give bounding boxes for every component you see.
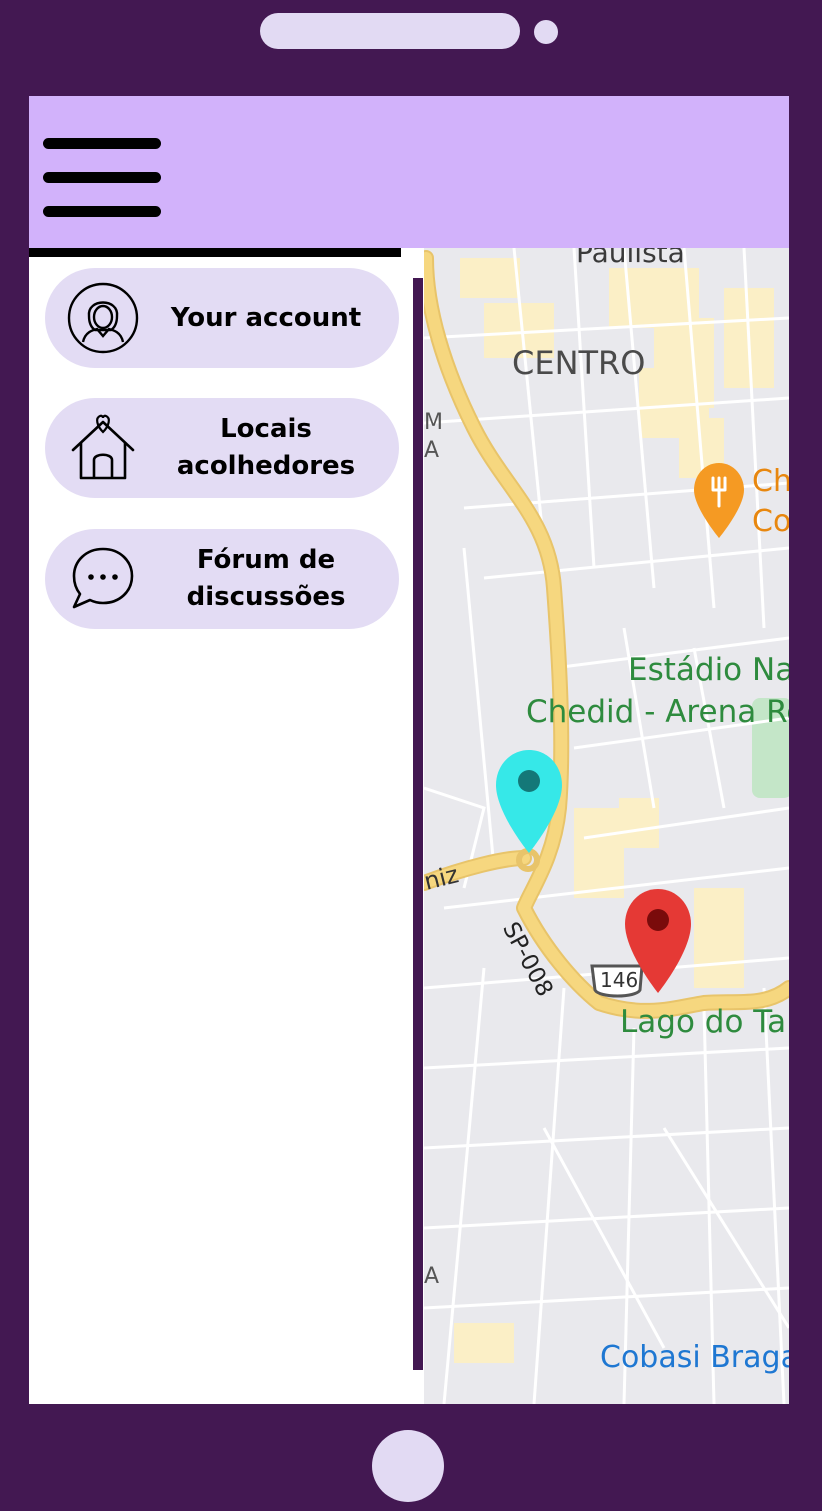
poi-label: Ch bbox=[752, 464, 789, 499]
hamburger-line bbox=[43, 206, 161, 217]
user-avatar-icon bbox=[67, 282, 139, 354]
chat-bubble-icon bbox=[72, 547, 134, 609]
route-shield-label: 146 bbox=[600, 968, 639, 992]
stadium-label: Estádio Na bbox=[628, 652, 789, 688]
stadium-label: Chedid - Arena Re bbox=[526, 694, 789, 730]
drawer-edge bbox=[413, 278, 423, 1370]
menu-item-label: Fórum de discussões bbox=[186, 545, 346, 612]
hamburger-line bbox=[43, 172, 161, 183]
map-streets bbox=[424, 248, 789, 1404]
menu-item-label: Locais acolhedores bbox=[176, 414, 356, 481]
store-label: Cobasi Braga bbox=[600, 1340, 789, 1375]
drawer-divider bbox=[29, 248, 401, 257]
map-view[interactable]: Paulista CENTRO M A Ch Co Estádio Na Che… bbox=[424, 248, 789, 1404]
menu-item-forum-discussoes[interactable]: Fórum de discussões bbox=[45, 529, 399, 629]
map-edge-label: A bbox=[424, 1264, 440, 1289]
district-label: CENTRO bbox=[512, 344, 646, 382]
heart-home-icon bbox=[71, 414, 135, 480]
poi-label: Co bbox=[752, 504, 789, 539]
map-edge-label: M bbox=[424, 410, 443, 435]
phone-speaker bbox=[260, 13, 520, 49]
hamburger-line bbox=[43, 138, 161, 149]
app-header bbox=[29, 96, 789, 248]
app-screen: Your account Locais acolhedores Fórum de… bbox=[29, 96, 789, 1404]
phone-home-button[interactable] bbox=[372, 1430, 444, 1502]
lake-label: Lago do Ta bbox=[620, 1004, 787, 1040]
phone-frame: Your account Locais acolhedores Fórum de… bbox=[0, 0, 822, 1511]
phone-camera bbox=[534, 20, 558, 44]
menu-item-locais-acolhedores[interactable]: Locais acolhedores bbox=[45, 398, 399, 498]
restaurant-pin-shape bbox=[694, 463, 744, 538]
menu-item-label: Your account bbox=[170, 302, 362, 333]
district-label: Paulista bbox=[576, 248, 685, 269]
map-edge-label: A bbox=[424, 438, 440, 463]
menu-item-your-account[interactable]: Your account bbox=[45, 268, 399, 368]
hamburger-menu-button[interactable] bbox=[43, 136, 163, 218]
